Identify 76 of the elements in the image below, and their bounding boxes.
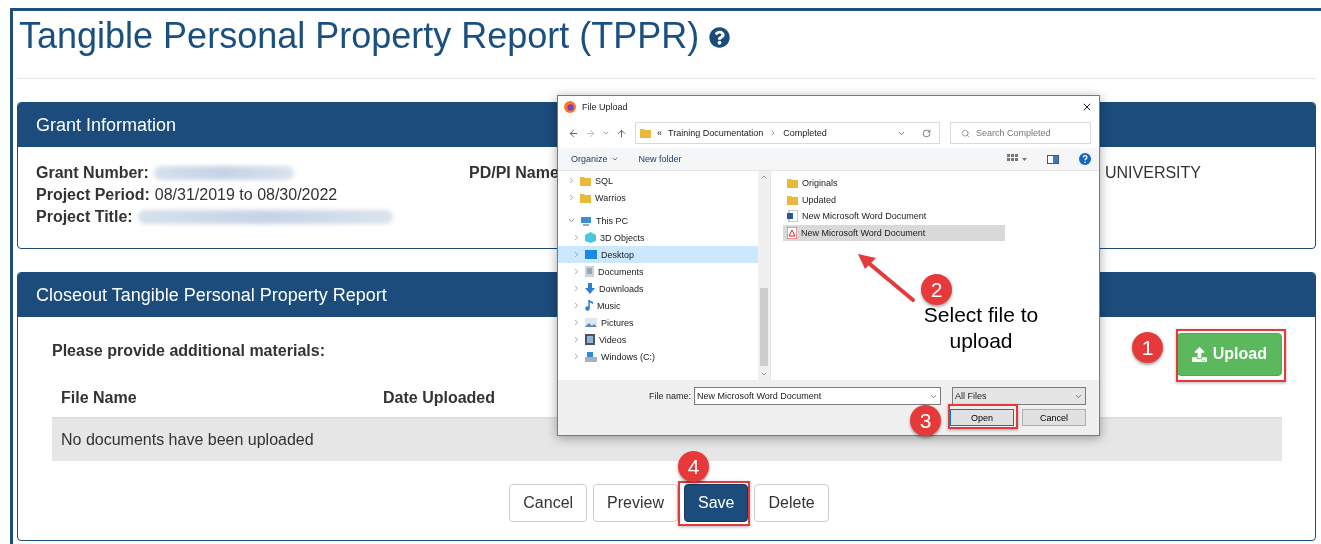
cancel-button[interactable]: Cancel <box>1022 409 1086 426</box>
page-title: Tangible Personal Property Report (TPPR) <box>19 15 700 57</box>
step-number: 1 <box>1132 332 1163 363</box>
folder-tree-item[interactable]: This PC <box>558 212 758 229</box>
view-options-icon[interactable] <box>1007 154 1027 164</box>
caret-icon[interactable] <box>602 129 610 137</box>
address-bar[interactable]: « Training Documentation Completed <box>635 122 940 144</box>
scroll-up-icon[interactable] <box>760 173 768 181</box>
field-value: UNIVERSITY <box>1105 164 1201 182</box>
scroll-down-icon[interactable] <box>760 370 768 378</box>
download-icon <box>585 283 595 294</box>
field-label: Project Period: <box>36 186 150 204</box>
document-icon <box>585 266 594 277</box>
new-folder-button[interactable]: New folder <box>638 154 682 164</box>
file-type-dropdown[interactable]: All Files <box>952 387 1086 405</box>
folder-tree-item[interactable]: Desktop <box>558 246 758 263</box>
field-value: 08/31/2019 to 08/30/2022 <box>154 186 338 204</box>
search-icon <box>961 128 970 138</box>
action-button[interactable]: Cancel <box>509 484 588 522</box>
field-label: Project Title: <box>36 208 133 226</box>
word-document-icon <box>787 210 798 223</box>
help-icon[interactable] <box>1079 153 1091 165</box>
folder-icon <box>787 194 798 205</box>
action-button[interactable]: Delete <box>754 484 829 522</box>
column-header: File Name <box>61 389 138 407</box>
drive-icon <box>585 351 597 362</box>
dialog-title: File Upload <box>582 102 629 112</box>
folder-tree-item[interactable]: SQL <box>558 172 758 189</box>
music-note-icon <box>585 300 593 311</box>
step-caption: Select file to upload <box>922 302 1040 354</box>
organize-menu[interactable]: Organize <box>571 154 619 164</box>
file-item[interactable]: New Microsoft Word Document <box>783 208 1005 225</box>
pdf-document-icon <box>787 226 797 239</box>
field-label: Grant Number: <box>36 164 149 182</box>
folder-tree-item[interactable]: Warrios <box>558 189 758 206</box>
help-icon[interactable] <box>709 27 731 48</box>
picture-icon <box>585 318 597 327</box>
folder-icon <box>787 178 798 189</box>
highlight-frame <box>948 404 1018 429</box>
cube-icon <box>585 232 596 243</box>
computer-icon <box>580 215 592 226</box>
forward-icon[interactable] <box>585 127 596 139</box>
desktop-icon <box>585 250 597 259</box>
folder-icon <box>580 175 591 186</box>
preview-pane-icon[interactable] <box>1047 154 1059 164</box>
field-label: File name: <box>648 391 691 401</box>
folder-tree-item[interactable]: 3D Objects <box>558 229 758 246</box>
field-label: PD/PI Name <box>469 164 559 182</box>
highlight-frame <box>678 481 750 526</box>
search-field[interactable]: Search Completed <box>950 122 1091 144</box>
caret-icon <box>610 155 619 163</box>
scrollbar[interactable] <box>758 171 770 380</box>
film-icon <box>585 334 595 345</box>
file-item[interactable]: Originals <box>783 175 1005 192</box>
file-item[interactable]: Updated <box>783 191 1005 208</box>
column-header: Date Uploaded <box>383 389 495 407</box>
folder-tree-item[interactable]: Downloads <box>558 280 758 297</box>
folder-tree-item[interactable]: Music <box>558 297 758 314</box>
browser-logo-icon <box>564 101 576 113</box>
folder-tree-item[interactable]: Windows (C:) <box>558 348 758 365</box>
file-item[interactable]: New Microsoft Word Document <box>783 224 1005 241</box>
folder-icon <box>640 128 651 138</box>
open-button[interactable]: Open <box>950 409 1014 426</box>
folder-tree-item[interactable]: Documents <box>558 263 758 280</box>
folder-tree-item[interactable]: Pictures <box>558 314 758 331</box>
up-folder-icon[interactable] <box>616 127 627 139</box>
file-name-field[interactable]: New Microsoft Word Document <box>694 387 941 405</box>
upload-icon <box>1191 346 1207 362</box>
instruction-text: Please provide additional materials: <box>52 342 325 360</box>
back-icon[interactable] <box>568 127 579 139</box>
primary-button[interactable]: Save <box>684 484 749 522</box>
folder-icon <box>580 192 591 203</box>
action-button[interactable]: Preview <box>593 484 678 522</box>
refresh-icon[interactable] <box>922 128 931 138</box>
folder-tree-item[interactable]: Videos <box>558 331 758 348</box>
close-icon[interactable] <box>1081 101 1093 113</box>
